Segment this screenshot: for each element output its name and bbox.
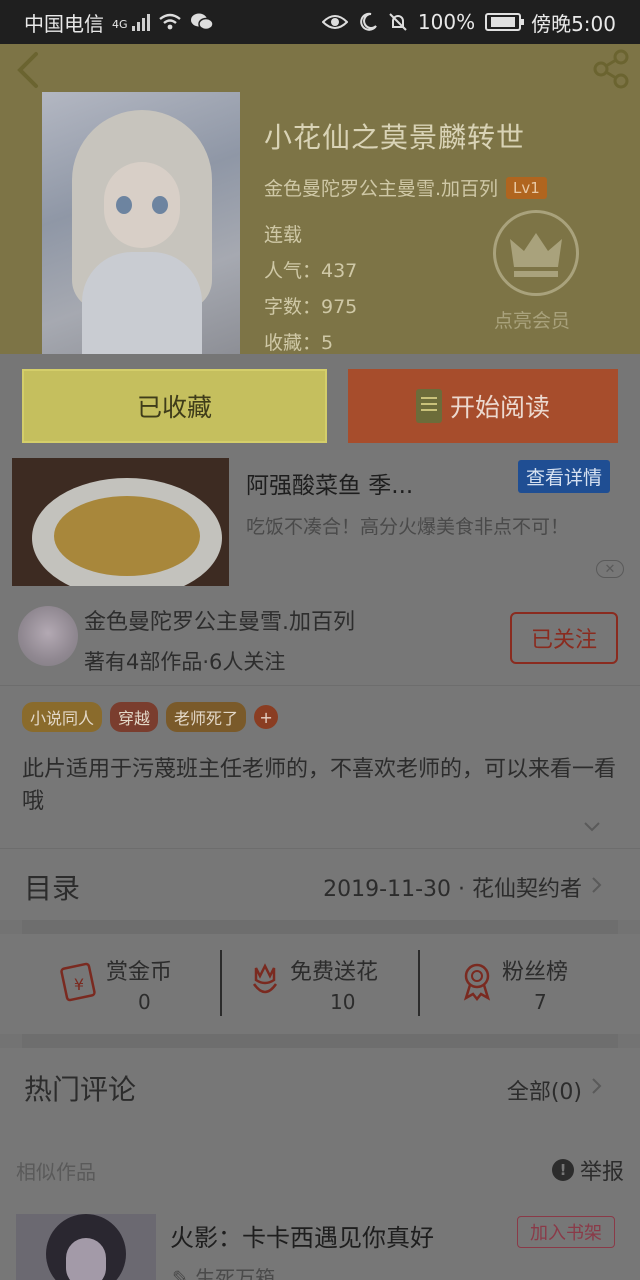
free-flower-stat[interactable]: 免费送花 10: [240, 950, 440, 1020]
ad-banner[interactable]: 阿强酸菜鱼 季... 查看详情 吃饭不凑合！高分火爆美食非点不可！ ✕: [0, 450, 640, 592]
author-card[interactable]: 金色曼陀罗公主曼雪.加百列 著有4部作品·6人关注 已关注: [0, 592, 640, 686]
tag-item[interactable]: 穿越: [110, 702, 159, 732]
stat-label: 粉丝榜: [502, 960, 569, 985]
book-icon: [415, 389, 442, 423]
start-reading-button[interactable]: 开始阅读: [348, 369, 618, 443]
level-badge: Lv1: [506, 176, 547, 199]
add-tag-button[interactable]: +: [254, 705, 279, 729]
stat-value: 0: [138, 990, 151, 1014]
similar-work-author: ✎ 生死万箱: [172, 1262, 275, 1280]
signal-icon: [131, 13, 150, 31]
moon-icon: [360, 12, 377, 31]
add-to-shelf-button[interactable]: 加入书架: [517, 1216, 615, 1248]
share-icon[interactable]: [590, 48, 632, 90]
follow-button[interactable]: 已关注: [510, 612, 618, 664]
start-reading-label: 开始阅读: [449, 393, 550, 422]
author-line: 金色曼陀罗公主曼雪.加百列 Lv1: [264, 174, 547, 201]
tag-list: 小说同人 穿越 老师死了 +: [22, 702, 279, 732]
report-label: 举报: [579, 1160, 624, 1185]
eye-icon: [321, 15, 348, 29]
book-cover-image[interactable]: [42, 92, 240, 354]
ad-detail-button[interactable]: 查看详情: [518, 460, 611, 493]
stat-divider: [220, 950, 222, 1016]
chevron-right-icon: [592, 877, 602, 893]
carrier-label: 中国电信: [24, 11, 104, 36]
svg-text:¥: ¥: [74, 975, 84, 994]
catalog-update: 2019-11-30 · 花仙契约者: [323, 877, 582, 902]
ad-title[interactable]: 阿强酸菜鱼 季...: [246, 466, 413, 500]
hot-comments-title: 热门评论: [24, 1073, 137, 1106]
mute-bell-icon: [389, 13, 407, 31]
author-card-name[interactable]: 金色曼陀罗公主曼雪.加百列: [84, 604, 355, 636]
crown-icon: [510, 233, 562, 277]
stat-label: 赏金币: [106, 960, 173, 985]
ad-description: 吃饭不凑合！高分火爆美食非点不可！: [246, 516, 570, 538]
stat-value: 7: [534, 990, 547, 1014]
collected-button[interactable]: 已收藏: [22, 369, 327, 443]
section-divider: [22, 920, 618, 934]
author-name[interactable]: 金色曼陀罗公主曼雪.加百列: [264, 174, 498, 201]
stat-value: 10: [330, 990, 356, 1014]
book-status: 连载: [264, 224, 303, 246]
catalog-title: 目录: [24, 872, 81, 905]
pen-icon: ✎: [172, 1266, 196, 1280]
similar-work-item[interactable]: 火影：卡卡西遇见你真好 ✎ 生死万箱 加入书架: [0, 1200, 640, 1280]
action-bar: 已收藏 开始阅读: [0, 354, 640, 450]
medal-icon: [463, 963, 491, 1002]
similar-works-title: 相似作品: [16, 1160, 96, 1184]
book-favorites: 收藏：5: [264, 332, 334, 354]
stats-row: ¥ 赏金币 0 免费送花 10 粉丝榜 7: [0, 934, 640, 1034]
vip-crown-button[interactable]: [493, 210, 579, 296]
section-divider: [22, 1034, 618, 1048]
back-arrow-icon[interactable]: [12, 50, 46, 90]
fan-ranking-stat[interactable]: 粉丝榜 7: [440, 950, 640, 1020]
book-description: 此片适用于污蔑班主任老师的，不喜欢老师的，可以来看一看哦: [22, 757, 617, 814]
battery-percent: 100%: [417, 10, 476, 34]
author-avatar[interactable]: [18, 606, 78, 666]
flower-icon: [252, 963, 278, 994]
ad-image[interactable]: [12, 458, 229, 586]
similar-work-title[interactable]: 火影：卡卡西遇见你真好: [170, 1218, 434, 1253]
report-button[interactable]: ! 举报: [551, 1154, 624, 1186]
ad-close-button[interactable]: ✕: [596, 560, 624, 578]
reward-coins-stat[interactable]: ¥ 赏金币 0: [40, 950, 240, 1020]
network-label: 4G: [112, 17, 128, 31]
all-comments-link[interactable]: 全部(0): [507, 1074, 582, 1106]
hot-comments-row[interactable]: 热门评论 全部(0): [0, 1048, 640, 1140]
red-packet-icon: ¥: [60, 962, 96, 1002]
similar-works-header: 相似作品 ! 举报: [0, 1140, 640, 1200]
tag-item[interactable]: 小说同人: [22, 702, 103, 732]
wechat-icon: [190, 13, 214, 31]
warning-icon: !: [551, 1159, 574, 1181]
similar-work-cover[interactable]: [16, 1214, 156, 1280]
chevron-right-icon: [592, 1078, 602, 1094]
wifi-icon: [158, 13, 181, 30]
stat-divider: [418, 950, 420, 1016]
stat-label: 免费送花: [290, 960, 379, 985]
book-title: 小花仙之莫景麟转世: [264, 121, 526, 154]
status-bar: 中国电信 4G 100% 傍晚5:00: [0, 0, 640, 44]
clock: 傍晚5:00: [531, 11, 616, 36]
tags-section: 小说同人 穿越 老师死了 + 此片适用于污蔑班主任老师的，不喜欢老师的，可以来看…: [0, 686, 640, 848]
book-word-count: 字数：975: [264, 296, 358, 318]
chevron-down-icon[interactable]: [584, 822, 600, 832]
battery-icon: [485, 13, 525, 31]
catalog-row[interactable]: 目录 2019-11-30 · 花仙契约者: [0, 848, 640, 920]
similar-work-author-name: 生死万箱: [195, 1266, 276, 1280]
tag-item[interactable]: 老师死了: [166, 702, 247, 732]
author-card-stats: 著有4部作品·6人关注: [84, 650, 286, 674]
vip-label[interactable]: 点亮会员: [494, 306, 570, 333]
book-popularity: 人气：437: [264, 260, 358, 282]
book-header: 小花仙之莫景麟转世 金色曼陀罗公主曼雪.加百列 Lv1 连载 人气：437 字数…: [0, 44, 640, 354]
